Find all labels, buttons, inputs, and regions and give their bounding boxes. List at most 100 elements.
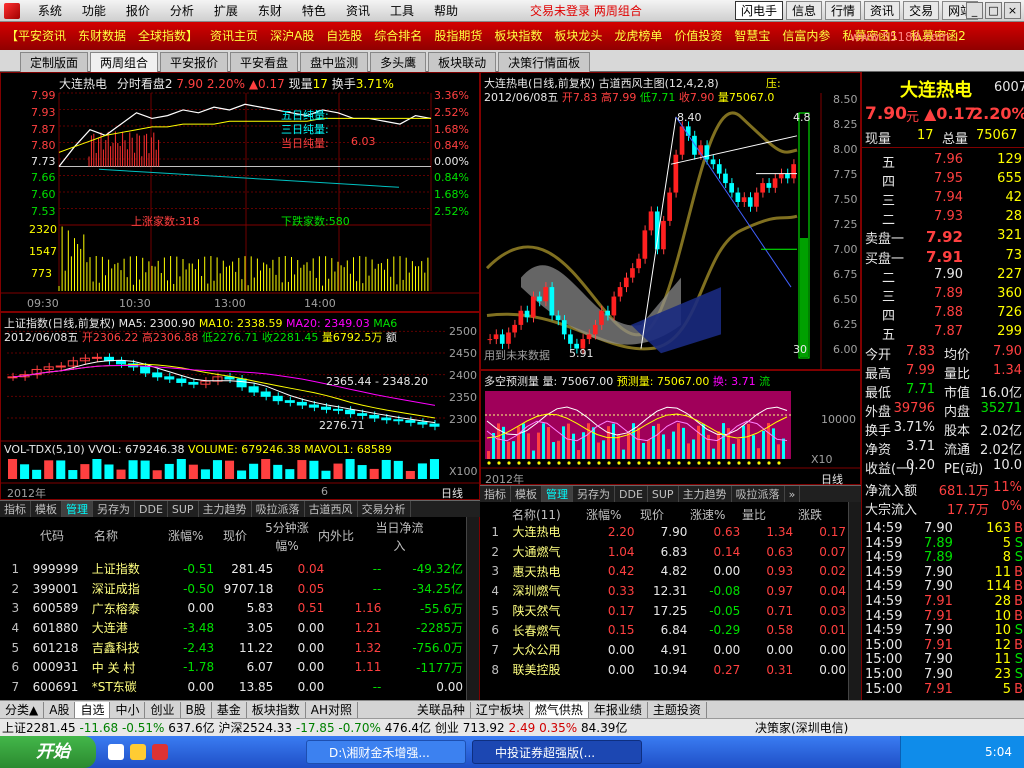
intraday-panel[interactable]: 大连热电 分时看盘2 7.90 2.20% ▲0.17 现量17 换手3.71%…	[0, 72, 481, 312]
index-panel[interactable]: 上证指数(日线,前复权) MA5: 2300.90 MA10: 2338.59 …	[0, 312, 481, 500]
btab-ah[interactable]: AH对照	[306, 702, 358, 718]
redbar-item[interactable]: 信富内参	[776, 22, 836, 50]
table-row[interactable]: 7 600691 *ST东碳 0.00 13.85 0.00 -- 0.00	[0, 677, 465, 697]
task-folder[interactable]: D:\湘财金禾增强...	[306, 740, 466, 764]
btab-watchlist[interactable]: 自选	[75, 702, 111, 718]
market-button[interactable]: 行情	[825, 1, 862, 20]
right-list-scrollbar[interactable]	[848, 502, 861, 700]
menu-analysis[interactable]: 分析	[160, 0, 204, 22]
redbar-item[interactable]: 板块指数	[488, 22, 548, 50]
rtab-main-trend[interactable]: 主力趋势	[679, 486, 732, 503]
maximize-icon[interactable]: □	[985, 2, 1002, 19]
rtab-dde[interactable]: DDE	[615, 486, 648, 503]
minimize-icon[interactable]: _	[966, 2, 983, 19]
redbar-item[interactable]: 股指期货	[428, 22, 488, 50]
tab-pull-drop[interactable]: 吸拉派落	[252, 501, 305, 518]
btab-gem[interactable]: 创业	[145, 702, 181, 718]
kline-panel[interactable]: 大连热电(日线,前复权) 古道西风主图(12,4,2,8) 压: 2012/06…	[480, 72, 861, 371]
trade-button[interactable]: 交易	[903, 1, 940, 20]
rcol-name[interactable]: 名称(11)	[512, 506, 561, 523]
redbar-item[interactable]: 东财数据	[72, 22, 132, 50]
menu-quote[interactable]: 报价	[116, 0, 160, 22]
tab-dde[interactable]: DDE	[135, 501, 168, 518]
redbar-item[interactable]: 板块龙头	[548, 22, 608, 50]
redbar-item[interactable]: 【平安资讯	[0, 22, 72, 50]
col-name[interactable]: 名称	[94, 527, 118, 544]
rbtab-related[interactable]: 关联品种	[412, 702, 471, 718]
rtab-pull-drop[interactable]: 吸拉派落	[732, 486, 785, 503]
btab-fund[interactable]: 基金	[212, 702, 247, 718]
tab-gudao[interactable]: 古道西风	[305, 501, 358, 518]
menu-tools[interactable]: 工具	[380, 0, 424, 22]
rcol-pct[interactable]: 涨幅%	[586, 506, 621, 523]
left-list-scrollbar[interactable]	[466, 517, 479, 700]
table-row[interactable]: 7 大众公用 0.00 4.91 0.00 0.00 0.00	[480, 640, 848, 660]
table-row[interactable]: 5 陕天然气 0.17 17.25 -0.05 0.71 0.03	[480, 601, 848, 621]
tab-pingan-quote[interactable]: 平安报价	[160, 52, 229, 72]
start-button[interactable]: 开始	[0, 736, 96, 768]
tab-pingan-watch[interactable]: 平安看盘	[230, 52, 299, 72]
tab-two-week[interactable]: 两周组合	[90, 52, 159, 72]
table-row[interactable]: 4 深圳燃气 0.33 12.31 -0.08 0.97 0.04	[480, 581, 848, 601]
tab-save-as[interactable]: 另存为	[93, 501, 135, 518]
menu-function[interactable]: 功能	[72, 0, 116, 22]
rtab-indicator[interactable]: 指标	[480, 486, 511, 503]
col-inflow[interactable]: 当日净流入	[372, 519, 427, 555]
tab-bull-eagle[interactable]: 多头鹰	[370, 52, 427, 72]
btab-category[interactable]: 分类▲	[0, 702, 45, 718]
rtab-manage[interactable]: 管理	[542, 486, 573, 503]
col-ratio[interactable]: 内外比	[318, 527, 354, 544]
rbtab-liaoning[interactable]: 辽宁板块	[471, 702, 530, 718]
rtab-save-as[interactable]: 另存为	[573, 486, 615, 503]
tab-manage[interactable]: 管理	[62, 501, 93, 518]
ie-icon[interactable]	[108, 744, 124, 760]
rbtab-gas-heat[interactable]: 燃气供热	[529, 702, 589, 718]
btab-a-share[interactable]: A股	[44, 702, 76, 718]
btab-sme[interactable]: 中小	[110, 702, 146, 718]
tab-indicator[interactable]: 指标	[0, 501, 31, 518]
col-pct[interactable]: 涨幅%	[168, 527, 203, 544]
redbar-item[interactable]: 资讯主页	[204, 22, 264, 50]
redbar-item[interactable]: 价值投资	[668, 22, 728, 50]
menu-news[interactable]: 资讯	[336, 0, 380, 22]
rbtab-annual[interactable]: 年报业绩	[589, 702, 648, 718]
col-price[interactable]: 现价	[223, 527, 247, 544]
news-button[interactable]: 资讯	[864, 1, 901, 20]
tab-monitor[interactable]: 盘中监测	[300, 52, 369, 72]
redbar-item[interactable]: 智慧宝	[728, 22, 776, 50]
tab-main-trend[interactable]: 主力趋势	[199, 501, 252, 518]
tab-decision-panel[interactable]: 决策行情面板	[498, 52, 591, 72]
table-row[interactable]: 2 399001 深证成指 -0.50 9707.18 0.05 -- -34.25亿	[0, 579, 465, 599]
menu-eastmoney[interactable]: 东财	[248, 0, 292, 22]
table-row[interactable]: 6 000931 中 关 村 -1.78 6.07 0.00 1.11 -1177万	[0, 657, 465, 677]
table-row[interactable]: 6 长春燃气 0.15 6.84 -0.29 0.58 0.01	[480, 620, 848, 640]
rcol-volratio[interactable]: 量比	[742, 506, 766, 523]
rcol-speed[interactable]: 涨速%	[690, 506, 725, 523]
btab-b-share[interactable]: B股	[181, 702, 212, 718]
tab-custom[interactable]: 定制版面	[20, 52, 89, 72]
rtab-sup[interactable]: SUP	[648, 486, 679, 503]
menu-extend[interactable]: 扩展	[204, 0, 248, 22]
table-row[interactable]: 5 601218 吉鑫科技 -2.43 11.22 0.00 1.32 -756.0万	[0, 638, 465, 658]
col-5min[interactable]: 5分钟涨幅%	[263, 519, 311, 555]
table-row[interactable]: 3 600589 广东榕泰 0.00 5.83 0.51 1.16 -55.6万	[0, 598, 465, 618]
rtab-template[interactable]: 模板	[511, 486, 542, 503]
menu-help[interactable]: 帮助	[424, 0, 468, 22]
menu-special[interactable]: 特色	[292, 0, 336, 22]
table-row[interactable]: 1 大连热电 2.20 7.90 0.63 1.34 0.17	[480, 522, 848, 542]
table-row[interactable]: 8 联美控股 0.00 10.94 0.27 0.31 0.00	[480, 660, 848, 680]
rbtab-theme[interactable]: 主题投资	[648, 702, 707, 718]
table-row[interactable]: 2 大通燃气 1.04 6.83 0.14 0.63 0.07	[480, 542, 848, 562]
info-button[interactable]: 信息	[786, 1, 823, 20]
table-row[interactable]: 1 999999 上证指数 -0.51 281.45 0.04 -- -49.32亿	[0, 559, 465, 579]
tab-sup[interactable]: SUP	[168, 501, 199, 518]
forecast-panel[interactable]: 多空预测量 量: 75067.00 预测量: 75067.00 换: 3.71 …	[480, 370, 862, 486]
redbar-item[interactable]: 自选股	[320, 22, 368, 50]
rtab-more-icon[interactable]: »	[785, 486, 801, 503]
tab-sector-link[interactable]: 板块联动	[428, 52, 497, 72]
close-icon[interactable]: ×	[1004, 2, 1021, 19]
explorer-icon[interactable]	[130, 744, 146, 760]
col-code[interactable]: 代码	[40, 527, 64, 544]
flash-button[interactable]: 闪电手	[735, 1, 784, 20]
rcol-change[interactable]: 涨跌	[798, 506, 822, 523]
